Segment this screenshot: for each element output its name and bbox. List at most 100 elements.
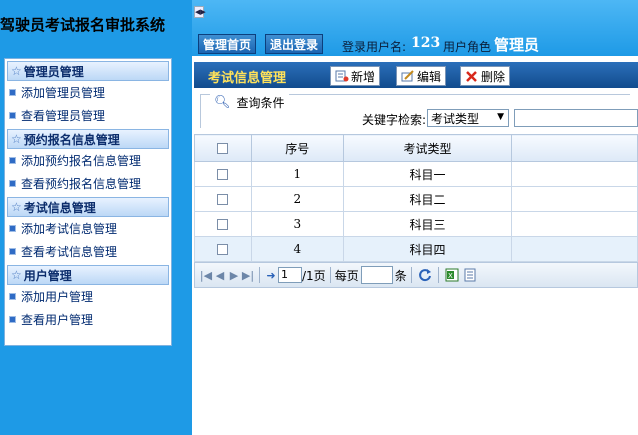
sidebar-item-add-reservation[interactable]: 添加预约报名信息管理 [5,149,171,172]
pager-divider [437,267,439,283]
row-type: 科目一 [342,161,513,187]
keyword-label: 关键字检索: [362,113,427,127]
square-bullet-icon [9,112,16,119]
delete-x-icon [466,71,477,82]
row-type: 科目三 [342,211,513,237]
sidebar-item-label: 添加考试信息管理 [21,222,118,236]
keyword-select[interactable]: 考试类型 ▼ [427,109,509,127]
sidebar-item-label: 查看管理员管理 [21,109,106,123]
sidebar-item-add-admin[interactable]: 添加管理员管理 [5,81,171,104]
pager-divider [259,267,260,283]
sidebar-group-admin[interactable]: ☆ 管理员管理 [7,61,169,81]
row-checkbox[interactable] [217,219,229,230]
edit-button[interactable]: 编辑 [396,66,447,86]
pager: |◀ ◀ ▶ ▶| ➜ 1 /1页 每页 条 X [194,262,638,288]
sidebar-group-title: 预约报名信息管理 [23,132,120,147]
content-header: 考试信息管理 新增 编辑 删除 [194,62,638,88]
table-row[interactable]: 4 科目四 [194,236,638,262]
star-icon: ☆ [11,64,22,78]
add-button-label: 新增 [351,69,376,84]
left-panel: 驾驶员考试报名审批系统 ☆ 管理员管理 添加管理员管理 查看管理员管理 ☆ 预约… [0,0,192,435]
page-number-input[interactable]: 1 [278,267,302,283]
row-no: 2 [250,186,344,212]
sidebar-group-title: 考试信息管理 [23,200,96,215]
row-checkbox-cell [194,236,252,262]
excel-export-icon[interactable]: X [445,268,459,282]
row-type: 科目四 [342,236,513,262]
column-header-empty [511,134,638,162]
login-user-label: 登录用户名: [342,40,407,54]
star-icon: ☆ [11,200,22,214]
row-type: 科目二 [342,186,513,212]
square-bullet-icon [9,316,16,323]
sidebar-item-add-user[interactable]: 添加用户管理 [5,285,171,308]
role-value: 管理员 [494,36,540,54]
keyword-select-value: 考试类型 [431,111,480,126]
go-arrow-icon[interactable]: ➜ [264,269,278,282]
square-bullet-icon [9,180,16,187]
select-all-checkbox[interactable] [217,143,229,154]
row-no: 3 [250,211,344,237]
row-checkbox-cell [194,161,252,187]
column-header-no[interactable]: 序号 [250,134,344,162]
query-title: 🔍︎ 查询条件 [210,94,289,111]
row-empty [511,186,638,212]
top-bar: ◀▶ 管理首页 退出登录 登录用户名: 123 用户角色 管理员 [192,0,638,56]
per-page-unit-label: 条 [394,268,407,283]
sidebar-item-view-user[interactable]: 查看用户管理 [5,308,171,331]
table-row[interactable]: 2 科目二 [194,186,638,212]
role-label: 用户角色 [443,40,492,54]
square-bullet-icon [9,248,16,255]
next-page-icon[interactable]: ▶ [227,269,241,282]
logout-button[interactable]: 退出登录 [265,34,324,54]
row-empty [511,236,638,262]
home-button[interactable]: 管理首页 [198,34,257,54]
refresh-icon[interactable] [418,268,432,282]
sidebar-item-view-admin[interactable]: 查看管理员管理 [5,104,171,127]
table-header-row: 序号 考试类型 [194,134,638,162]
delete-button-label: 删除 [481,69,506,84]
sidebar-item-view-exam[interactable]: 查看考试信息管理 [5,240,171,263]
first-page-icon[interactable]: |◀ [199,269,213,282]
prev-page-icon[interactable]: ◀ [213,269,227,282]
sidebar-group-exam[interactable]: ☆ 考试信息管理 [7,197,169,217]
page-size-input[interactable] [360,266,393,284]
sidebar-item-add-exam[interactable]: 添加考试信息管理 [5,217,171,240]
add-button[interactable]: 新增 [330,66,381,86]
magnifier-icon: 🔍︎ [214,95,231,110]
row-checkbox[interactable] [217,169,229,180]
row-checkbox-cell [194,186,252,212]
query-title-label: 查询条件 [236,96,285,110]
sidebar-item-view-reservation[interactable]: 查看预约报名信息管理 [5,172,171,195]
sidebar-group-user[interactable]: ☆ 用户管理 [7,265,169,285]
table-row[interactable]: 1 科目一 [194,161,638,187]
login-user-value: 123 [411,35,441,51]
doc-export-icon[interactable] [463,268,477,282]
collapse-arrow-icon[interactable]: ◀▶ [194,6,206,18]
select-all-checkbox-cell [194,134,252,162]
app-title: 驾驶员考试报名审批系统 [0,16,166,34]
row-checkbox-cell [194,211,252,237]
chevron-down-icon: ▼ [497,112,504,122]
pager-divider [329,267,331,283]
row-checkbox[interactable] [217,244,229,255]
exam-table: 序号 考试类型 1 科目一 2 科目二 3 科目三 4 科目四 [194,134,638,262]
delete-button[interactable]: 删除 [460,66,511,86]
add-doc-icon [335,70,349,82]
column-header-type[interactable]: 考试类型 [342,134,513,162]
row-empty [511,161,638,187]
last-page-icon[interactable]: ▶| [241,269,255,282]
table-row[interactable]: 3 科目三 [194,211,638,237]
sidebar-item-label: 添加预约报名信息管理 [21,154,142,168]
sidebar-item-label: 查看用户管理 [21,313,94,327]
row-no: 1 [250,161,344,187]
row-checkbox[interactable] [217,194,229,205]
sidebar-group-title: 管理员管理 [23,64,84,79]
sidebar-group-reservation[interactable]: ☆ 预约报名信息管理 [7,129,169,149]
row-empty [511,211,638,237]
square-bullet-icon [9,225,16,232]
sidebar-item-label: 添加用户管理 [21,290,94,304]
keyword-input[interactable] [514,109,638,127]
star-icon: ☆ [11,132,22,146]
page-title: 考试信息管理 [208,71,287,86]
